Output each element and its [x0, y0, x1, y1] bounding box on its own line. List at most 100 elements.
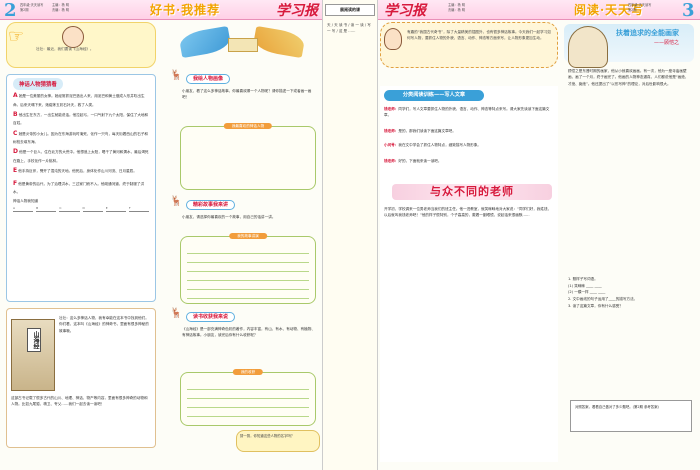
answer-note-box: 对照答案，看看自己做对了多少题吧。(第2期 参考答案) — [570, 400, 692, 432]
para-text: 她是一位美丽的女神。她经常抓泥巴造出人来，用泥巴和黄土做成人形并吹出生命。后来天… — [13, 94, 145, 107]
book-cover-title: 山海经 — [27, 328, 41, 352]
note-section-text: 《山海经》是一部充满神奇色彩的著作，内容丰富，有山、有水、有动物、有植物、有神话… — [182, 327, 315, 338]
left-meta: 四年级·天天读写 第2期 — [20, 3, 43, 13]
para-lead: A — [13, 92, 18, 99]
answer-blank[interactable]: A — [13, 206, 34, 212]
para-lead: C — [13, 129, 18, 137]
meta-line: 第2期 — [628, 7, 637, 12]
speaker: 小问号： — [384, 143, 399, 147]
draw-frame-title: 我最喜欢的神话人物 — [223, 123, 273, 130]
draw-section-text: 小朋友，看了这么多神话故事，你最喜欢哪一个人物呢？请你描述一下或者画一画吧！ — [182, 89, 312, 100]
book-section: 山海经 壮壮：这么多神话人物，我有幸能在这本书中找到他们。你们看，这本叫《山海经… — [6, 308, 156, 448]
book-detail-text: 这部古书记载了很多古代的山川、地理、神话、物产等内容，里面有很多神奇的动物和人物… — [11, 396, 148, 407]
right-header: 学习报 主编：杨 明 责编：杨 明 阅读·天天写 四年级·天天读写 第2期 3 — [378, 0, 700, 21]
side-title: 扶着追求的全能画家 — [616, 29, 679, 37]
story-tell-title: 精彩故事我来讲 — [186, 200, 236, 210]
painter-portrait — [568, 26, 608, 68]
dialog-text: 是的，那我们读读下面这篇文章吧。 — [398, 129, 456, 133]
article-title: 与众不同的老师 — [392, 184, 552, 200]
intro-note: 有趣的“我国古代奇书”，除了大量精美的插图外，也有很多神话故事。今天我们一起学习… — [380, 22, 558, 68]
story-section: 神话人物猜猜看 A 她是一位美丽的女神。她经常抓泥巴造出人来，用泥巴和黄土做成人… — [6, 74, 156, 302]
dialog-line: 钱老师：好的，下面就来读一读吧。 — [384, 158, 554, 164]
dialog-text: 好的，下面就来读一读吧。 — [398, 159, 442, 163]
side-author: ——顾恺之 — [654, 40, 680, 46]
writing-lines — [187, 245, 309, 299]
answer-blank[interactable]: E — [105, 206, 126, 212]
story-section-title: 神话人物猜猜看 — [13, 78, 63, 90]
para-text: 他是黄帝的后代，为了治理洪水，三过家门而不入。他疏通河道，终于制服了洪水。 — [13, 181, 145, 195]
para-lead: E — [13, 167, 18, 175]
deer-icon: 🦌 — [170, 196, 183, 207]
story-tell-frame[interactable]: 我的故事讲演 — [180, 233, 316, 304]
side-questions: 1. 照样子写词语。 (1) 笑眯眯 ____ ____ (2) 一模一样 __… — [568, 277, 638, 308]
answer-blank[interactable]: F — [128, 206, 150, 212]
page-number-right: 3 — [682, 0, 695, 21]
middle-gutter: 展阅读的课 天 / 天 读 书 / 读 一 读 / 写 一 写 / 这 是 …… — [322, 0, 378, 470]
right-meta: 四年级·天天读写 第2期 — [628, 3, 651, 13]
story-paragraph: B 他出生在东方，一出生就能说话。他拉起弓，一口气射下九个太阳，保住了大地和百姓… — [13, 110, 149, 127]
story-tell-text: 小朋友，请选择你最喜欢的一个故事，用自己的话讲一讲。 — [182, 215, 276, 219]
article-body: 开学初，学校调来一位男老师当我们的班主任。他一进教室，就笑眯眯地对大家说：“同学… — [384, 207, 552, 218]
meta-line: 责编：杨 明 — [52, 7, 69, 12]
note-section-title: 读书收获我来说 — [186, 312, 236, 322]
flying-book-illustration — [170, 25, 320, 66]
wing-left — [178, 25, 232, 59]
meta-line: 责编：杨 明 — [448, 7, 465, 12]
dialog-line: 钱老师：是的，那我们读读下面这篇文章吧。 — [384, 128, 554, 134]
book-intro-text: 壮壮：这么多神话人物，我有幸能在这本书中找到他们。你们看，这本叫《山海经》的神奇… — [59, 316, 149, 333]
meta-line: 第2期 — [20, 7, 29, 12]
story-paragraph: A 她是一位美丽的女神。她经常抓泥巴造出人来，用泥巴和黄土做成人形并吹出生命。后… — [13, 91, 149, 108]
draw-section-title: 我绘人物画像 — [186, 74, 231, 84]
side-text: 顾恺之是东晋时期的画家，他从小就喜欢画画。有一次，他为一座寺庙画壁画，画了一个月… — [568, 69, 689, 86]
para-text: 他手持巨斧，劈开了混沌的天地。他死后，身体化作山川河流、日月星辰。 — [18, 169, 137, 174]
wing-right — [252, 25, 306, 59]
section-bar: 分类阅读训练——写人文章 — [384, 90, 484, 101]
draw-frame[interactable]: 我最喜欢的神话人物 — [180, 123, 316, 190]
answer-blank[interactable]: D — [82, 206, 103, 212]
para-text: 他出生在东方，一出生就能说话。他拉起弓，一口气射下九个太阳，保住了大地和百姓。 — [13, 112, 149, 126]
para-text: 他是一个巨人，住在北方的大荒中。他想追上太阳，喝干了黄河和渭水，最后渴死在路上，… — [13, 150, 149, 163]
note-frame[interactable]: 我的收获 — [180, 369, 316, 426]
para-lead: D — [13, 148, 18, 156]
summary-label: 神话人物我知道 — [13, 199, 39, 204]
deer-icon: 🦌 — [170, 308, 183, 319]
right-page: 学习报 主编：杨 明 责编：杨 明 阅读·天天写 四年级·天天读写 第2期 3 … — [378, 0, 700, 470]
dialog-line: 小问号：我在文中学会了抓住人物特点，细致描写人物形象。 — [384, 142, 554, 148]
dialog-text: 我在文中学会了抓住人物特点，细致描写人物形象。 — [398, 143, 482, 147]
girl-note: 猜一猜，你知道这些人物的名字吗？ — [236, 430, 320, 452]
dialog-text: 同学们，写人文章要抓住人物的外貌、语言、动作、神态等特点来写。请大家先读读下面这… — [384, 107, 550, 118]
speaker: 钱老师： — [384, 129, 399, 133]
para-lead: F — [13, 179, 18, 187]
answer-blank[interactable]: C — [59, 206, 80, 212]
answer-blank[interactable]: B — [36, 206, 57, 212]
left-logo: 学习报 — [276, 3, 318, 19]
side-header: 扶着追求的全能画家 ——顾恺之 — [564, 24, 694, 68]
speaker: 钱老师： — [384, 159, 399, 163]
story-paragraph: C 她是炎帝的小女儿。因为在东海游玩时淹死，化作一只鸟，每天衔着西山的石子和树枝… — [13, 129, 149, 146]
book-cover-image: 山海经 — [11, 319, 55, 391]
girl-avatar — [62, 26, 84, 48]
para-lead: B — [13, 110, 18, 118]
para-text: 她是炎帝的小女儿。因为在东海游玩时淹死，化作一只鸟，每天衔着西山的石子和树枝去填… — [13, 131, 148, 145]
side-column: 扶着追求的全能画家 ——顾恺之 顾恺之是东晋时期的画家，他从小就喜欢画画。有一次… — [564, 22, 694, 462]
deer-icon: 🦌 — [170, 70, 183, 81]
gutter-title: 展阅读的课 — [325, 4, 375, 16]
right-logo: 学习报 — [384, 3, 426, 19]
left-header: 2 四年级·天天读写 第2期 主编：杨 明 责编：杨 明 好书·我推荐 学习报 — [0, 0, 350, 21]
left-page: 2 四年级·天天读写 第2期 主编：杨 明 责编：杨 明 好书·我推荐 学习报 … — [0, 0, 350, 470]
story-tell-frame-title: 我的故事讲演 — [229, 233, 267, 240]
open-book-icon — [228, 38, 258, 52]
story-paragraph: F 他是黄帝的后代，为了治理洪水，三过家门而不入。他疏通河道，终于制服了洪水。 — [13, 179, 149, 196]
dialog-line: 钱老师：同学们，写人文章要抓住人物的外貌、语言、动作、神态等特点来写。请大家先读… — [384, 106, 554, 119]
teacher-avatar — [384, 28, 402, 50]
intro-speech: 壮壮：最近，我们要读《山海经》。 — [36, 47, 94, 51]
page-number-left: 2 — [4, 0, 17, 21]
note-frame-title: 我的收获 — [232, 369, 264, 376]
pointing-hand-icon: ☞ — [8, 26, 25, 47]
story-paragraph: D 他是一个巨人，住在北方的大荒中。他想追上太阳，喝干了黄河和渭水，最后渴死在路… — [13, 147, 149, 164]
gutter-text: 天 / 天 读 书 / 读 一 读 / 写 一 写 / 这 是 …… — [327, 23, 371, 34]
speaker: 钱老师： — [384, 107, 399, 111]
left-banner: 好书·我推荐 — [150, 3, 221, 17]
right-meta2: 主编：杨 明 责编：杨 明 — [448, 3, 465, 13]
story-paragraph: E 他手持巨斧，劈开了混沌的天地。他死后，身体化作山川河流、日月星辰。 — [13, 166, 149, 177]
